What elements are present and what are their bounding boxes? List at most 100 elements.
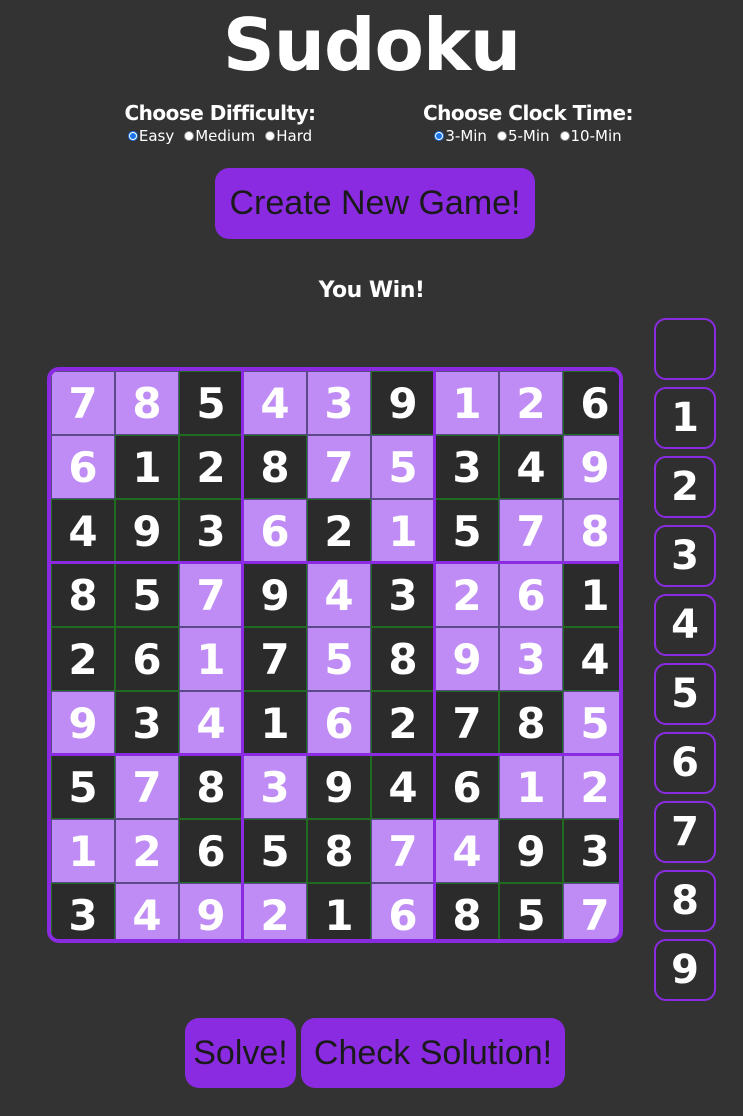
board-cell[interactable]: 7	[435, 691, 499, 755]
board-cell[interactable]: 5	[563, 691, 619, 755]
board-cell[interactable]: 9	[499, 819, 563, 883]
board-cell[interactable]: 4	[51, 499, 115, 563]
board-cell[interactable]: 5	[51, 755, 115, 819]
board-cell[interactable]: 1	[563, 563, 619, 627]
board-cell[interactable]: 3	[435, 435, 499, 499]
board-cell[interactable]: 9	[435, 627, 499, 691]
palette-number-1[interactable]: 1	[654, 387, 716, 449]
radio-button[interactable]	[559, 131, 570, 141]
board-cell[interactable]: 3	[115, 691, 179, 755]
board-cell[interactable]: 8	[563, 499, 619, 563]
board-cell[interactable]: 2	[563, 755, 619, 819]
radio-button[interactable]	[265, 131, 276, 141]
board-cell[interactable]: 1	[51, 819, 115, 883]
board-cell[interactable]: 3	[243, 755, 307, 819]
board-cell[interactable]: 9	[563, 435, 619, 499]
board-cell[interactable]: 7	[499, 499, 563, 563]
palette-eraser-button[interactable]	[654, 318, 716, 380]
board-cell[interactable]: 4	[115, 883, 179, 939]
difficulty-option-medium[interactable]: Medium	[184, 126, 255, 146]
board-cell[interactable]: 5	[435, 499, 499, 563]
board-cell[interactable]: 8	[115, 371, 179, 435]
board-cell[interactable]: 6	[371, 883, 435, 939]
palette-number-3[interactable]: 3	[654, 525, 716, 587]
board-cell[interactable]: 9	[243, 563, 307, 627]
palette-number-5[interactable]: 5	[654, 663, 716, 725]
board-cell[interactable]: 6	[179, 819, 243, 883]
board-cell[interactable]: 7	[51, 371, 115, 435]
board-cell[interactable]: 4	[563, 627, 619, 691]
board-cell[interactable]: 8	[499, 691, 563, 755]
board-cell[interactable]: 6	[563, 371, 619, 435]
palette-number-7[interactable]: 7	[654, 801, 716, 863]
board-cell[interactable]: 8	[51, 563, 115, 627]
board-cell[interactable]: 5	[307, 627, 371, 691]
board-cell[interactable]: 2	[51, 627, 115, 691]
board-cell[interactable]: 3	[371, 563, 435, 627]
board-cell[interactable]: 1	[371, 499, 435, 563]
board-cell[interactable]: 2	[371, 691, 435, 755]
board-cell[interactable]: 8	[179, 755, 243, 819]
board-cell[interactable]: 9	[51, 691, 115, 755]
board-cell[interactable]: 6	[51, 435, 115, 499]
palette-number-4[interactable]: 4	[654, 594, 716, 656]
board-cell[interactable]: 2	[243, 883, 307, 939]
board-cell[interactable]: 6	[307, 691, 371, 755]
board-cell[interactable]: 6	[243, 499, 307, 563]
board-cell[interactable]: 2	[307, 499, 371, 563]
palette-number-8[interactable]: 8	[654, 870, 716, 932]
clock-option-5-min[interactable]: 5-Min	[496, 126, 550, 146]
difficulty-option-hard[interactable]: Hard	[265, 126, 312, 146]
board-cell[interactable]: 6	[115, 627, 179, 691]
board-cell[interactable]: 2	[435, 563, 499, 627]
board-cell[interactable]: 3	[499, 627, 563, 691]
solve-button[interactable]: Solve!	[185, 1018, 296, 1088]
board-cell[interactable]: 8	[435, 883, 499, 939]
board-cell[interactable]: 1	[179, 627, 243, 691]
board-cell[interactable]: 7	[115, 755, 179, 819]
radio-button[interactable]	[127, 131, 138, 141]
board-cell[interactable]: 1	[243, 691, 307, 755]
board-cell[interactable]: 8	[307, 819, 371, 883]
board-cell[interactable]: 3	[563, 819, 619, 883]
board-cell[interactable]: 5	[179, 371, 243, 435]
board-cell[interactable]: 5	[243, 819, 307, 883]
radio-button[interactable]	[496, 131, 507, 141]
board-cell[interactable]: 3	[179, 499, 243, 563]
board-cell[interactable]: 2	[499, 371, 563, 435]
board-cell[interactable]: 2	[179, 435, 243, 499]
board-cell[interactable]: 7	[563, 883, 619, 939]
board-cell[interactable]: 9	[179, 883, 243, 939]
board-cell[interactable]: 9	[307, 755, 371, 819]
board-cell[interactable]: 1	[499, 755, 563, 819]
board-cell[interactable]: 5	[371, 435, 435, 499]
clock-option-10-min[interactable]: 10-Min	[559, 126, 622, 146]
board-cell[interactable]: 4	[243, 371, 307, 435]
board-cell[interactable]: 8	[243, 435, 307, 499]
check-solution-button[interactable]: Check Solution!	[301, 1018, 565, 1088]
board-cell[interactable]: 1	[307, 883, 371, 939]
board-cell[interactable]: 4	[371, 755, 435, 819]
create-new-game-button[interactable]: Create New Game!	[215, 168, 535, 239]
board-cell[interactable]: 7	[307, 435, 371, 499]
board-cell[interactable]: 9	[115, 499, 179, 563]
board-cell[interactable]: 5	[115, 563, 179, 627]
board-cell[interactable]: 1	[115, 435, 179, 499]
palette-number-2[interactable]: 2	[654, 456, 716, 518]
difficulty-option-easy[interactable]: Easy	[127, 126, 174, 146]
board-cell[interactable]: 7	[179, 563, 243, 627]
board-cell[interactable]: 9	[371, 371, 435, 435]
board-cell[interactable]: 4	[307, 563, 371, 627]
clock-option-3-min[interactable]: 3-Min	[434, 126, 487, 146]
board-cell[interactable]: 7	[243, 627, 307, 691]
board-cell[interactable]: 3	[51, 883, 115, 939]
palette-number-9[interactable]: 9	[654, 939, 716, 1001]
board-cell[interactable]: 3	[307, 371, 371, 435]
radio-button[interactable]	[184, 131, 195, 141]
board-cell[interactable]: 1	[435, 371, 499, 435]
board-cell[interactable]: 4	[179, 691, 243, 755]
board-cell[interactable]: 4	[499, 435, 563, 499]
board-cell[interactable]: 7	[371, 819, 435, 883]
board-cell[interactable]: 2	[115, 819, 179, 883]
palette-number-6[interactable]: 6	[654, 732, 716, 794]
